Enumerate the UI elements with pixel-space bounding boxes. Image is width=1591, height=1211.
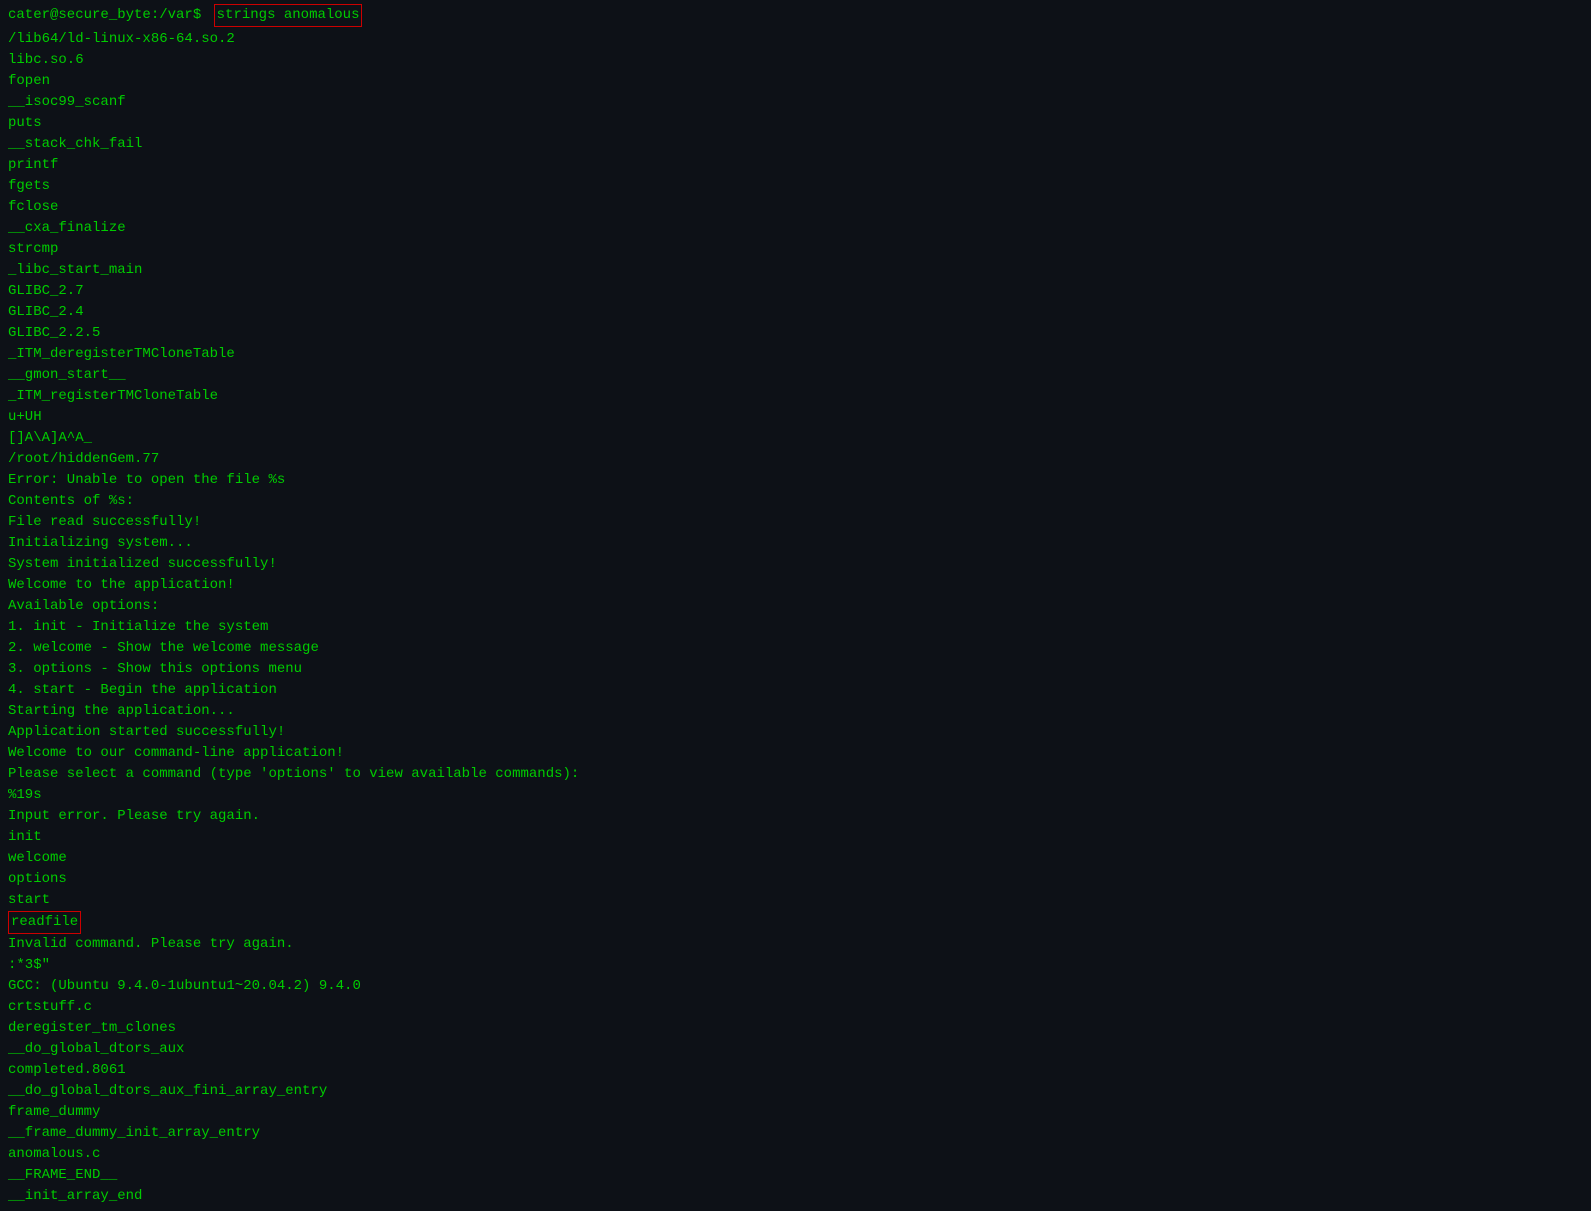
output-line: __do_global_dtors_aux <box>8 1039 1583 1060</box>
output-line: anomalous.c <box>8 1144 1583 1165</box>
output-line: 2. welcome - Show the welcome message <box>8 638 1583 659</box>
output-line: printf <box>8 155 1583 176</box>
output-line: options <box>8 869 1583 890</box>
output-line: Welcome to our command-line application! <box>8 743 1583 764</box>
output-line: GLIBC_2.2.5 <box>8 323 1583 344</box>
output-line: fgets <box>8 176 1583 197</box>
output-line: /root/hiddenGem.77 <box>8 449 1583 470</box>
output-line: init <box>8 827 1583 848</box>
output-line: completed.8061 <box>8 1060 1583 1081</box>
output-line: Available options: <box>8 596 1583 617</box>
output-line: %19s <box>8 785 1583 806</box>
output-line: fopen <box>8 71 1583 92</box>
output-line: System initialized successfully! <box>8 554 1583 575</box>
output-line: __FRAME_END__ <box>8 1165 1583 1186</box>
output-line: __cxa_finalize <box>8 218 1583 239</box>
output-line: _libc_start_main <box>8 260 1583 281</box>
output-line: libc.so.6 <box>8 50 1583 71</box>
output-line: 3. options - Show this options menu <box>8 659 1583 680</box>
output-line: Input error. Please try again. <box>8 806 1583 827</box>
output-line: 1. init - Initialize the system <box>8 617 1583 638</box>
output-group-1: /lib64/ld-linux-x86-64.so.2libc.so.6fope… <box>8 29 1583 911</box>
prompt-path: :/var$ <box>151 5 201 26</box>
output-line: __frame_dummy_init_array_entry <box>8 1123 1583 1144</box>
output-line: File read successfully! <box>8 512 1583 533</box>
output-line: __stack_chk_fail <box>8 134 1583 155</box>
output-line: GLIBC_2.4 <box>8 302 1583 323</box>
prompt-user: cater@secure_byte <box>8 5 151 26</box>
output-line: deregister_tm_clones <box>8 1018 1583 1039</box>
output-line: fclose <box>8 197 1583 218</box>
output-line: Starting the application... <box>8 701 1583 722</box>
output-line: Application started successfully! <box>8 722 1583 743</box>
output-line: _ITM_registerTMCloneTable <box>8 386 1583 407</box>
output-line: __gmon_start__ <box>8 365 1583 386</box>
output-line: puts <box>8 113 1583 134</box>
output-line: Initializing system... <box>8 533 1583 554</box>
output-line: u+UH <box>8 407 1583 428</box>
output-line: strcmp <box>8 239 1583 260</box>
output-line: __init_array_end <box>8 1186 1583 1207</box>
command-highlight: strings anomalous <box>214 4 363 27</box>
output-group-2: Invalid command. Please try again.:*3$"G… <box>8 934 1583 1207</box>
output-line: []A\A]A^A_ <box>8 428 1583 449</box>
prompt-line: cater@secure_byte :/var$ strings anomalo… <box>8 4 1583 27</box>
output-line: Invalid command. Please try again. <box>8 934 1583 955</box>
output-line: frame_dummy <box>8 1102 1583 1123</box>
output-line: __isoc99_scanf <box>8 92 1583 113</box>
output-line: Contents of %s: <box>8 491 1583 512</box>
output-line: /lib64/ld-linux-x86-64.so.2 <box>8 29 1583 50</box>
output-line: Error: Unable to open the file %s <box>8 470 1583 491</box>
output-line: _ITM_deregisterTMCloneTable <box>8 344 1583 365</box>
readfile-highlight: readfile <box>8 911 81 934</box>
output-line: 4. start - Begin the application <box>8 680 1583 701</box>
output-line: crtstuff.c <box>8 997 1583 1018</box>
prompt-dollar <box>201 5 209 26</box>
terminal-window: cater@secure_byte :/var$ strings anomalo… <box>0 0 1591 1211</box>
readfile-line-container: readfile <box>8 911 1583 934</box>
output-line: GCC: (Ubuntu 9.4.0-1ubuntu1~20.04.2) 9.4… <box>8 976 1583 997</box>
output-line: __do_global_dtors_aux_fini_array_entry <box>8 1081 1583 1102</box>
output-line: GLIBC_2.7 <box>8 281 1583 302</box>
output-line: Please select a command (type 'options' … <box>8 764 1583 785</box>
output-line: :*3$" <box>8 955 1583 976</box>
output-line: start <box>8 890 1583 911</box>
output-line: welcome <box>8 848 1583 869</box>
output-line: Welcome to the application! <box>8 575 1583 596</box>
